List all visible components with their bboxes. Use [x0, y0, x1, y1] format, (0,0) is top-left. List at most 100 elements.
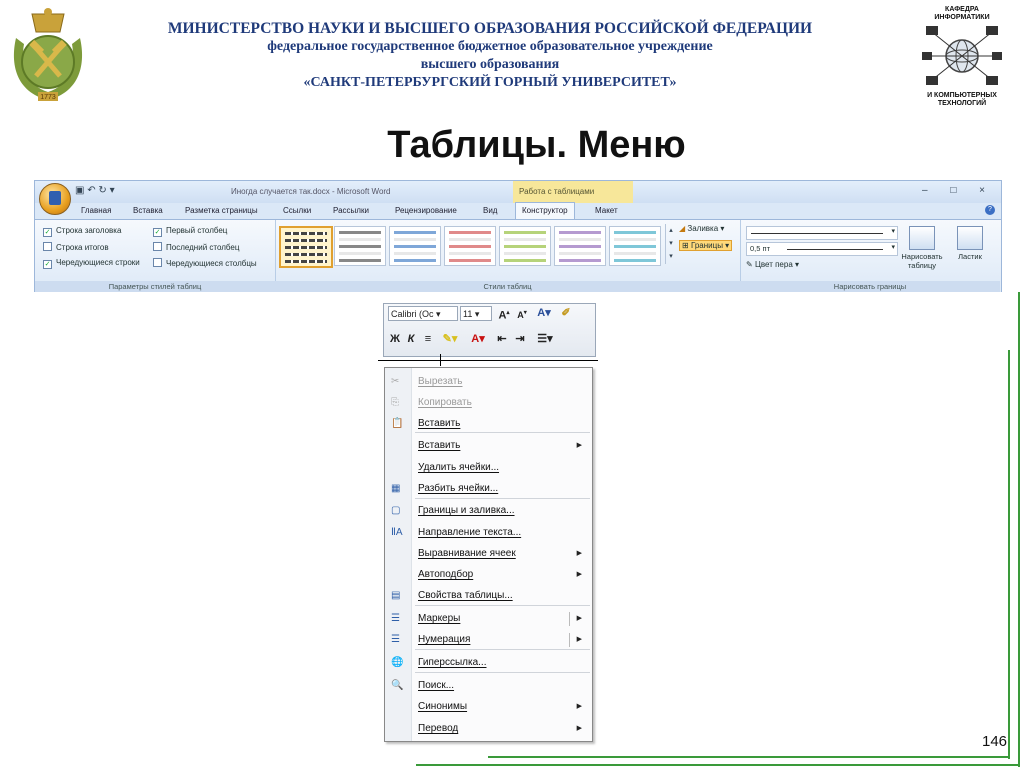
- grow-font-icon[interactable]: A▴: [496, 305, 512, 322]
- tab-home[interactable]: Главная: [81, 203, 111, 219]
- menu-item[interactable]: Вставить ▶: [385, 436, 592, 456]
- context-tab-group: Работа с таблицами: [513, 181, 633, 203]
- shrink-font-icon[interactable]: A▾: [514, 305, 530, 322]
- table-style-swatch[interactable]: [334, 226, 386, 266]
- split-divider: [569, 612, 570, 626]
- menu-item[interactable]: ☰ Нумерация ▶: [385, 630, 592, 650]
- save-icon[interactable]: ▣: [75, 185, 84, 196]
- bullets-icon[interactable]: ☰▾: [532, 331, 558, 348]
- menu-item[interactable]: 🔍 Поиск...: [385, 676, 592, 696]
- menu-item[interactable]: Перевод ▶: [385, 719, 592, 739]
- menu-item[interactable]: Удалить ячейки...: [385, 458, 592, 478]
- swatch-band: [504, 238, 546, 241]
- bold-button[interactable]: Ж: [388, 331, 402, 348]
- checked-icon: ✓: [43, 260, 52, 269]
- menu-item[interactable]: Синонимы ▶: [385, 697, 592, 717]
- pen-weight-select[interactable]: 0,5 пт ▾: [746, 242, 898, 256]
- swatch-band: [339, 252, 381, 255]
- tab-mailings[interactable]: Рассылки: [333, 203, 369, 219]
- menu-item[interactable]: ⎘ Копировать: [385, 393, 592, 413]
- pen-color-button[interactable]: ✎ Цвет пера ▾: [746, 260, 799, 269]
- swatch-band: [394, 231, 436, 234]
- submenu-arrow-icon: ▶: [576, 725, 582, 732]
- header-row-checkbox[interactable]: ✓ Строка заголовка: [43, 226, 121, 237]
- font-color-icon[interactable]: A▾: [466, 331, 490, 348]
- menu-item[interactable]: ▤ Свойства таблицы...: [385, 586, 592, 606]
- increase-indent-icon[interactable]: ⇥: [512, 331, 528, 348]
- ribbon-body: ✓ Строка заголовка Строка итогов ✓ Чередую…: [35, 219, 1001, 292]
- tab-view[interactable]: Вид: [483, 203, 497, 219]
- frame-line-inner: [1008, 350, 1010, 759]
- eraser-button[interactable]: Ластик: [948, 226, 992, 261]
- tab-layout[interactable]: Макет: [595, 203, 618, 219]
- total-row-checkbox[interactable]: Строка итогов: [43, 242, 109, 252]
- customize-qat-icon[interactable]: ▾: [110, 185, 115, 196]
- menu-item[interactable]: ▢ Границы и заливка...: [385, 501, 592, 521]
- pen-style-select[interactable]: ▾: [746, 226, 898, 240]
- menu-item-label: Удалить ячейки...: [418, 462, 500, 473]
- checked-icon: ✓: [153, 228, 162, 237]
- table-style-swatch[interactable]: [609, 226, 661, 266]
- banded-columns-checkbox[interactable]: Чередующиеся столбцы: [153, 258, 257, 268]
- swatch-band: [504, 231, 546, 234]
- menu-item[interactable]: 📋 Вставить: [385, 414, 592, 434]
- highlight-icon[interactable]: ✎▾: [438, 331, 462, 348]
- swatch-band: [504, 245, 546, 248]
- table-style-swatch[interactable]: [279, 226, 333, 268]
- swatch-band: [339, 231, 381, 234]
- borders-button[interactable]: ⊞ Границы ▾: [679, 240, 733, 251]
- menu-item[interactable]: ⅡA Направление текста...: [385, 523, 592, 543]
- swatch-band: [394, 259, 436, 262]
- italic-button[interactable]: К: [404, 331, 418, 348]
- last-column-checkbox[interactable]: Последний столбец: [153, 242, 239, 252]
- tab-design[interactable]: Конструктор: [515, 202, 575, 220]
- menu-item[interactable]: Выравнивание ячеек ▶: [385, 544, 592, 564]
- styles-icon[interactable]: A▾: [534, 305, 554, 322]
- tab-references[interactable]: Ссылки: [283, 203, 311, 219]
- table-style-swatch[interactable]: [389, 226, 441, 266]
- quick-access-toolbar[interactable]: ▣ ↶ ↻ ▾: [75, 185, 115, 196]
- shading-button[interactable]: ◢ Заливка ▾: [679, 224, 724, 233]
- banded-rows-checkbox[interactable]: ✓ Чередующиеся строки: [43, 258, 140, 269]
- slide-title: Таблицы. Меню: [387, 124, 686, 166]
- tab-page-layout[interactable]: Разметка страницы: [185, 203, 258, 219]
- undo-icon[interactable]: ↶: [87, 185, 95, 196]
- office-button[interactable]: [39, 183, 71, 215]
- draw-table-button[interactable]: Нарисовать таблицу: [900, 226, 944, 270]
- redo-icon[interactable]: ↻: [98, 185, 106, 196]
- swatch-band: [449, 245, 491, 248]
- center-align-icon[interactable]: ≡: [420, 331, 436, 348]
- window-controls[interactable]: – □ ×: [922, 185, 995, 196]
- table-style-swatch[interactable]: [444, 226, 496, 266]
- font-size-select[interactable]: 11 ▾: [460, 306, 492, 321]
- swatch-band: [285, 253, 327, 256]
- menu-item[interactable]: ✂ Вырезать: [385, 372, 592, 392]
- submenu-arrow-icon: ▶: [576, 703, 582, 710]
- menu-item-label: Маркеры: [418, 613, 461, 624]
- table-style-swatch[interactable]: [554, 226, 606, 266]
- gallery-scroll[interactable]: ▴ ▾ ▾: [665, 224, 676, 264]
- swatch-band: [285, 260, 327, 263]
- swatch-band: [614, 245, 656, 248]
- copy-icon: ⎘: [391, 397, 399, 408]
- first-column-checkbox[interactable]: ✓ Первый столбец: [153, 226, 227, 237]
- menu-item-label: Гиперссылка...: [418, 657, 487, 668]
- menu-item[interactable]: 🌐 Гиперссылка...: [385, 653, 592, 673]
- menu-item[interactable]: ☰ Маркеры ▶: [385, 609, 592, 629]
- swatch-band: [559, 259, 601, 262]
- tab-insert[interactable]: Вставка: [133, 203, 163, 219]
- bullets-icon: ☰: [391, 613, 400, 624]
- font-name-select[interactable]: Calibri (Oc ▾: [388, 306, 458, 321]
- format-painter-icon[interactable]: ✐: [558, 305, 574, 322]
- table-style-swatch[interactable]: [499, 226, 551, 266]
- menu-item[interactable]: ▦ Разбить ячейки...: [385, 479, 592, 499]
- mini-toolbar: Calibri (Oc ▾ 11 ▾ A▴ A▾ A▾ ✐ Ж К ≡ ✎▾ A…: [383, 303, 596, 357]
- tab-review[interactable]: Рецензирование: [395, 203, 457, 219]
- swatch-band: [394, 245, 436, 248]
- swatch-band: [394, 252, 436, 255]
- help-icon[interactable]: ?: [985, 205, 995, 215]
- numbering-icon: ☰: [391, 634, 400, 645]
- menu-item[interactable]: Автоподбор ▶: [385, 565, 592, 585]
- paint-bucket-icon: ◢: [679, 224, 686, 233]
- decrease-indent-icon[interactable]: ⇤: [494, 331, 510, 348]
